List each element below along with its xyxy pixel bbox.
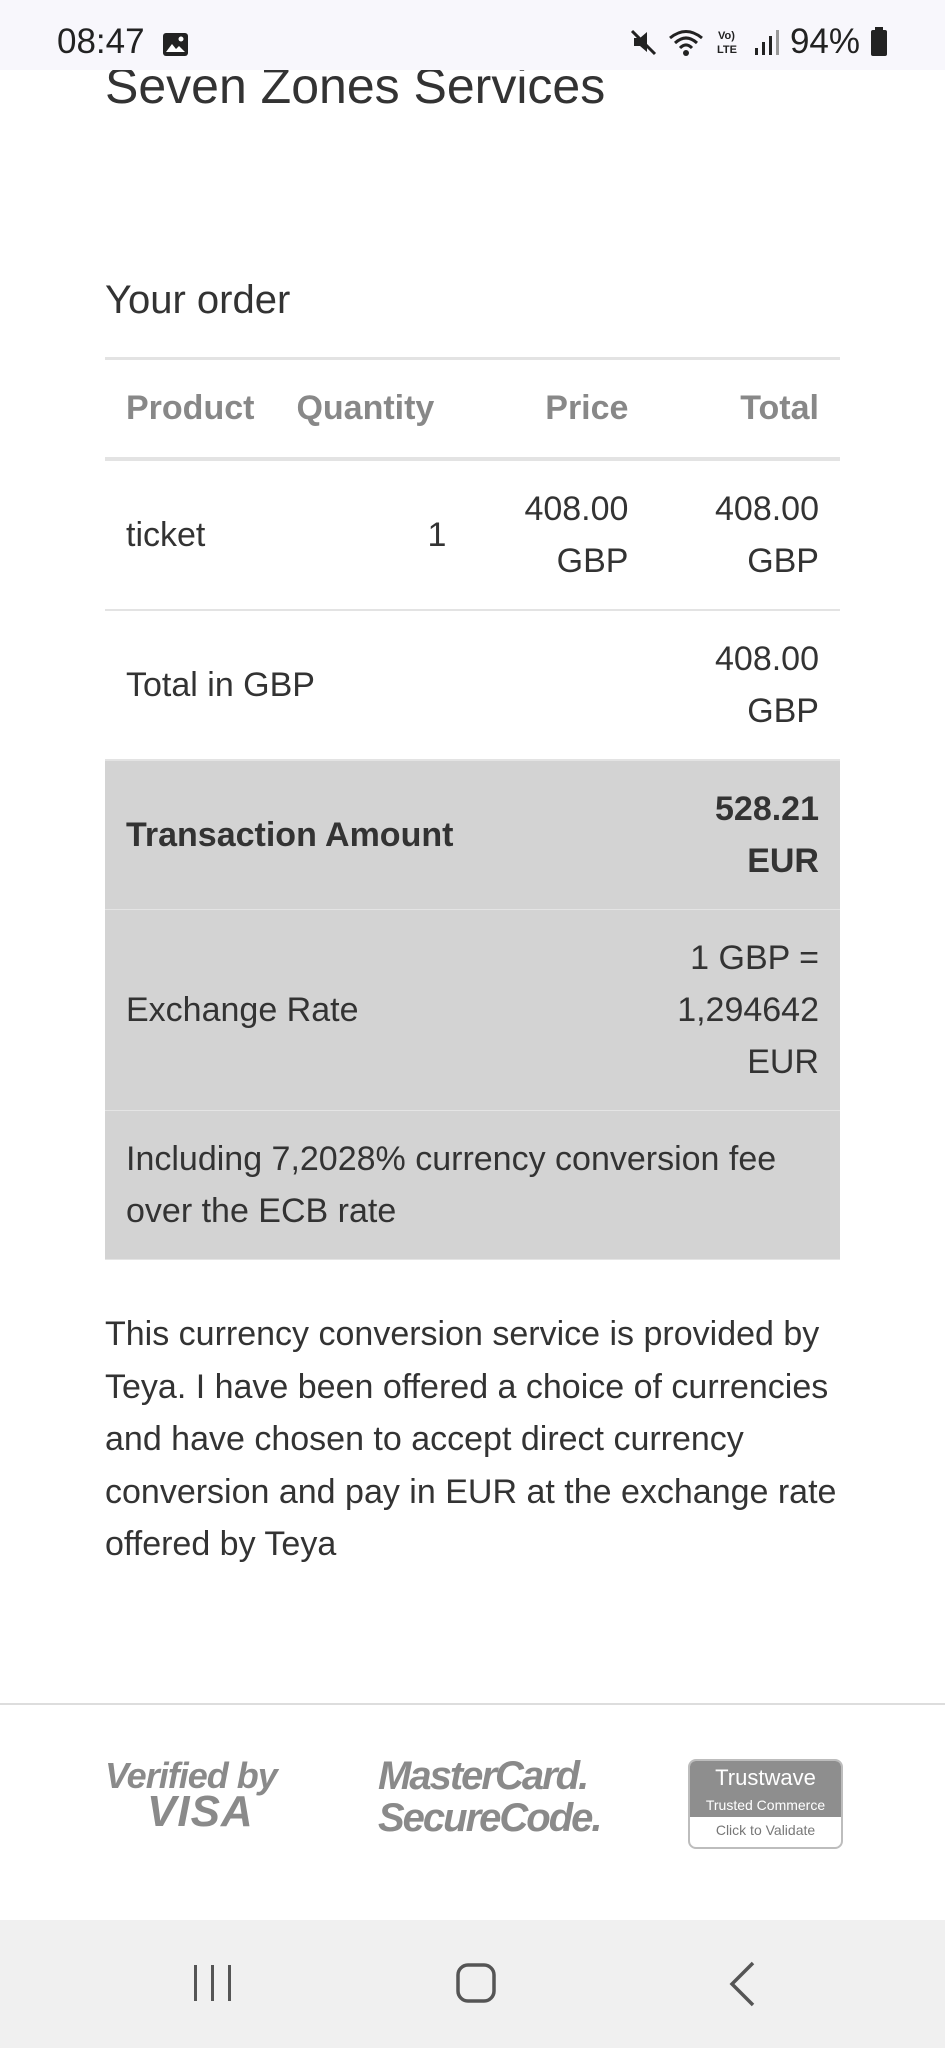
mute-icon bbox=[630, 29, 656, 56]
table-row: ticket 1 408.00 GBP 408.00 GBP bbox=[105, 459, 840, 611]
fee-note: Including 7,2028% currency conversion fe… bbox=[105, 1110, 840, 1260]
signal-icon bbox=[754, 30, 779, 55]
trustwave-banner: Trustwave Trusted Commerce bbox=[690, 1761, 841, 1817]
status-bar: 08:47 Vo) LTE 94% bbox=[0, 0, 945, 70]
svg-text:Vo): Vo) bbox=[718, 30, 735, 42]
row-quantity: 1 bbox=[275, 459, 468, 611]
row-product: ticket bbox=[105, 459, 276, 611]
row-total: 408.00 GBP bbox=[649, 459, 840, 611]
footer-divider bbox=[0, 1703, 945, 1705]
fee-note-row: Including 7,2028% currency conversion fe… bbox=[105, 1110, 840, 1260]
trustwave-seal[interactable]: Trustwave Trusted Commerce Click to Vali… bbox=[688, 1759, 843, 1849]
total-label: Total in GBP bbox=[105, 610, 650, 761]
trustwave-validate-link[interactable]: Click to Validate bbox=[690, 1817, 841, 1838]
wifi-icon bbox=[668, 30, 703, 56]
trustwave-name: Trustwave bbox=[715, 1765, 816, 1790]
image-icon bbox=[163, 33, 188, 56]
header-quantity: Quantity bbox=[275, 357, 468, 461]
battery-icon bbox=[871, 27, 887, 56]
mastercard-securecode-logo: MasterCard. SecureCode. bbox=[378, 1754, 603, 1840]
exchange-rate-value: 1 GBP = 1,294642 EUR bbox=[649, 909, 840, 1111]
conversion-disclaimer: This currency conversion service is prov… bbox=[105, 1315, 837, 1563]
mastercard-logo-line1: MasterCard. bbox=[378, 1754, 589, 1798]
volte-icon: Vo) LTE bbox=[717, 30, 737, 56]
home-icon[interactable] bbox=[455, 1962, 497, 2004]
recent-apps-icon[interactable] bbox=[192, 1962, 234, 2004]
verified-by-visa-logo: Verified by VISA bbox=[105, 1755, 285, 1837]
transaction-value: 528.21 EUR bbox=[649, 760, 840, 910]
header-total: Total bbox=[649, 357, 840, 461]
back-icon[interactable] bbox=[727, 1960, 757, 2008]
trustwave-subtitle: Trusted Commerce bbox=[705, 1797, 826, 1813]
status-time: 08:47 bbox=[57, 22, 145, 61]
exchange-rate-label: Exchange Rate bbox=[105, 909, 650, 1111]
total-value: 408.00 GBP bbox=[649, 610, 840, 761]
order-title: Your order bbox=[105, 278, 291, 322]
order-header-row: Product Quantity Price Total bbox=[105, 357, 840, 461]
transaction-row: Transaction Amount 528.21 EUR bbox=[105, 760, 840, 910]
row-price: 408.00 GBP bbox=[467, 459, 650, 611]
header-price: Price bbox=[467, 357, 650, 461]
status-icons: Vo) LTE 94% bbox=[628, 22, 888, 62]
mastercard-logo-line2: SecureCode. bbox=[378, 1796, 603, 1840]
transaction-label: Transaction Amount bbox=[105, 760, 650, 910]
header-product: Product bbox=[105, 357, 276, 461]
svg-text:LTE: LTE bbox=[717, 44, 737, 56]
order-table: Product Quantity Price Total ticket 1 40… bbox=[105, 357, 840, 1260]
exchange-rate-row: Exchange Rate 1 GBP = 1,294642 EUR bbox=[105, 909, 840, 1111]
battery-level: 94% bbox=[789, 22, 860, 61]
total-row: Total in GBP 408.00 GBP bbox=[105, 610, 840, 761]
